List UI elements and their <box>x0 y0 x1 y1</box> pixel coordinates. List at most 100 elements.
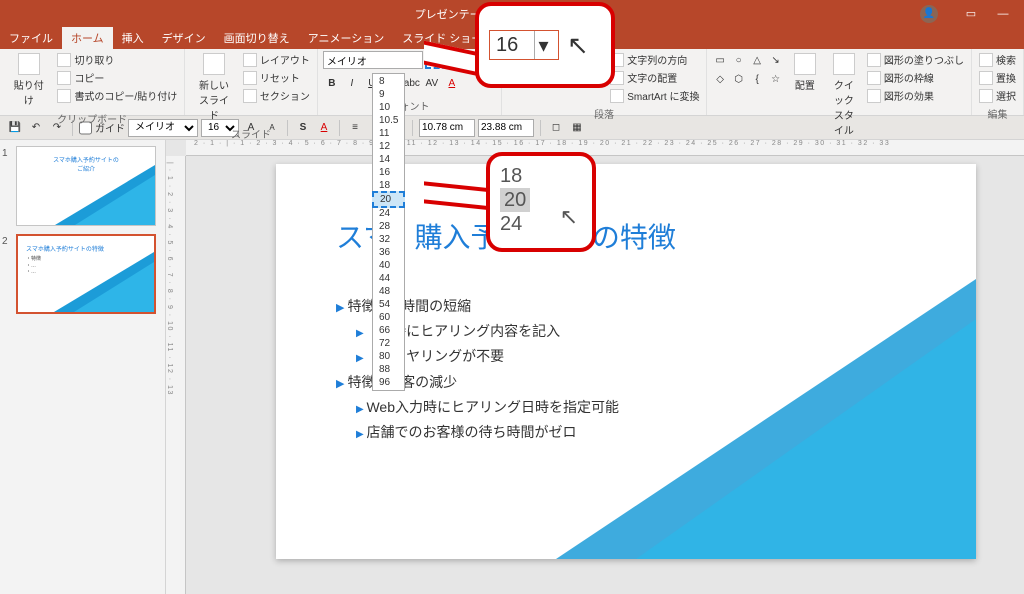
effects-icon <box>867 89 881 103</box>
select-button[interactable]: 選択 <box>977 87 1018 104</box>
size-option-8[interactable]: 8 <box>373 75 404 88</box>
format-painter-button[interactable]: 書式のコピー/貼り付け <box>55 87 179 104</box>
section-icon <box>243 89 257 103</box>
size-option-66[interactable]: 66 <box>373 324 404 337</box>
quick-styles-button[interactable]: クイック スタイル <box>826 51 862 139</box>
paste-button[interactable]: 貼り付け <box>5 51 52 109</box>
size-option-11[interactable]: 11 <box>373 127 404 140</box>
smartart-button[interactable]: SmartArt に変換 <box>608 87 701 104</box>
replace-button[interactable]: 置換 <box>977 69 1018 86</box>
shape-gallery[interactable]: ▭○△↘ ◇⬡{☆ <box>712 51 784 88</box>
quick-styles-icon <box>833 53 855 75</box>
cut-button[interactable]: 切り取り <box>55 51 179 68</box>
new-slide-icon <box>203 53 225 75</box>
text-align-button[interactable]: 文字の配置 <box>608 69 701 86</box>
select-icon <box>979 89 993 103</box>
scissors-icon <box>57 53 71 67</box>
fill-icon <box>867 53 881 67</box>
cursor-icon: ↖ <box>560 204 578 230</box>
size-option-88[interactable]: 88 <box>373 363 404 376</box>
cursor-icon: ↖ <box>567 30 589 61</box>
size-option-20[interactable]: 20 <box>372 191 405 208</box>
shadow-button[interactable]: abc <box>403 74 421 92</box>
replace-icon <box>979 71 993 85</box>
size-option-40[interactable]: 40 <box>373 259 404 272</box>
arrange-button[interactable]: 配置 <box>787 51 823 94</box>
reset-button[interactable]: リセット <box>241 69 312 86</box>
smartart-icon <box>610 89 624 103</box>
new-slide-button[interactable]: 新しい スライド <box>190 51 238 124</box>
group-label: 段落 <box>507 104 701 121</box>
size-option-24[interactable]: 24 <box>373 207 404 220</box>
size-option-28[interactable]: 28 <box>373 220 404 233</box>
callout-font-size-box: 16 ▾ ↖ <box>475 2 615 88</box>
shape-fill-button[interactable]: 図形の塗りつぶし <box>865 51 966 68</box>
italic-button[interactable]: I <box>343 74 361 92</box>
search-icon <box>979 53 993 67</box>
group-editing: 検索 置換 選択 編集 <box>972 49 1024 115</box>
shapes-icon[interactable]: ◻ <box>547 119 565 137</box>
size-option-80[interactable]: 80 <box>373 350 404 363</box>
outline-icon <box>867 71 881 85</box>
thumb-number: 2 <box>2 234 16 314</box>
size-option-12[interactable]: 12 <box>373 140 404 153</box>
tab-home[interactable]: ホーム <box>62 27 113 49</box>
layout-button[interactable]: レイアウト <box>241 51 312 68</box>
user-avatar[interactable]: 👤 <box>920 5 938 23</box>
font-name-input[interactable] <box>323 51 423 69</box>
tab-insert[interactable]: 挿入 <box>113 27 153 49</box>
tab-design[interactable]: デザイン <box>153 27 215 49</box>
size-option-32[interactable]: 32 <box>373 233 404 246</box>
spacing-button[interactable]: AV <box>423 74 441 92</box>
size-option-selected: 20 <box>500 188 530 212</box>
size-option-96[interactable]: 96 <box>373 376 404 389</box>
group-label: 編集 <box>977 104 1018 121</box>
minimize-icon[interactable]: — <box>994 5 1012 23</box>
shape-effects-button[interactable]: 図形の効果 <box>865 87 966 104</box>
align-left-icon[interactable]: ≡ <box>346 119 364 137</box>
copy-button[interactable]: コピー <box>55 69 179 86</box>
tab-file[interactable]: ファイル <box>0 27 62 49</box>
picture-icon[interactable]: ▦ <box>568 119 586 137</box>
size-option-60[interactable]: 60 <box>373 311 404 324</box>
tab-animations[interactable]: アニメーション <box>299 27 394 49</box>
group-drawing: ▭○△↘ ◇⬡{☆ 配置 クイック スタイル 図形の塗りつぶし 図形の枠線 図形… <box>707 49 972 115</box>
height-input[interactable] <box>478 119 534 137</box>
font-color-button[interactable]: A <box>443 74 461 92</box>
bold-button[interactable]: B <box>323 74 341 92</box>
window-controls: 👤 ▭ — <box>920 5 1024 23</box>
size-option-36[interactable]: 36 <box>373 246 404 259</box>
size-option-10.5[interactable]: 10.5 <box>373 114 404 127</box>
copy-icon <box>57 71 71 85</box>
width-input[interactable] <box>419 119 475 137</box>
size-option-44[interactable]: 44 <box>373 272 404 285</box>
text-direction-button[interactable]: 文字列の方向 <box>608 51 701 68</box>
find-button[interactable]: 検索 <box>977 51 1018 68</box>
font-size-zoom: 16 ▾ <box>489 30 559 60</box>
size-option: 18 <box>500 164 582 188</box>
section-button[interactable]: セクション <box>241 87 312 104</box>
chevron-down-icon: ▾ <box>534 31 552 59</box>
shape-outline-button[interactable]: 図形の枠線 <box>865 69 966 86</box>
tab-transitions[interactable]: 画面切り替え <box>215 27 299 49</box>
ribbon-display-icon[interactable]: ▭ <box>962 5 980 23</box>
thumbnail-1[interactable]: 1 スマホ購入予約サイトの ご紹介 <box>2 146 163 226</box>
slide-thumbnails: 1 スマホ購入予約サイトの ご紹介 2 スマホ購入予約サイトの特徴・特徴 ・… … <box>0 140 166 594</box>
size-option-72[interactable]: 72 <box>373 337 404 350</box>
size-option-16[interactable]: 16 <box>373 166 404 179</box>
arrange-icon <box>794 53 816 75</box>
thumbnail-2[interactable]: 2 スマホ購入予約サイトの特徴・特徴 ・… ・… <box>2 234 163 314</box>
size-option-10[interactable]: 10 <box>373 101 404 114</box>
brush-icon <box>57 89 71 103</box>
group-label: フォント <box>323 96 496 113</box>
size-option-54[interactable]: 54 <box>373 298 404 311</box>
group-label: クリップボード <box>5 109 179 126</box>
font-color-icon[interactable]: A <box>315 119 333 137</box>
size-option-14[interactable]: 14 <box>373 153 404 166</box>
reset-icon <box>243 71 257 85</box>
size-option-9[interactable]: 9 <box>373 88 404 101</box>
paste-label: 貼り付け <box>9 77 48 107</box>
callout-size-list: 18 20 24 ↖ <box>486 152 596 252</box>
size-option-48[interactable]: 48 <box>373 285 404 298</box>
font-size-dropdown[interactable]: 891010.511121416182024283236404448546066… <box>372 73 405 391</box>
